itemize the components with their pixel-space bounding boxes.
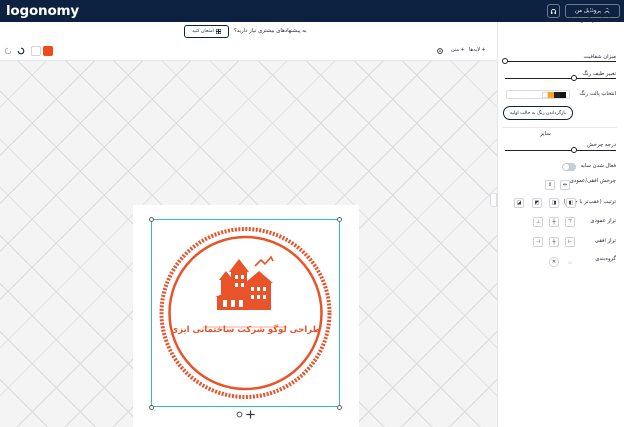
background-color-orange[interactable] xyxy=(43,46,53,56)
grid-icon xyxy=(215,29,221,34)
align-middle-button[interactable]: ┼ xyxy=(549,217,559,227)
move-icon[interactable] xyxy=(246,410,255,419)
reset-colors-button[interactable]: بازگرداندن رنگ به حالت اولیه xyxy=(503,106,573,120)
suggest-button-label: امتحان کنید xyxy=(192,29,214,34)
layers-tool-label: لایه‌ها xyxy=(469,47,481,53)
hue-slider-knob[interactable] xyxy=(571,75,577,81)
align-bottom-button[interactable]: ⊥ xyxy=(533,217,543,227)
horizontal-align-label: تراز افقی xyxy=(594,238,616,244)
sidebar-collapse-tab[interactable] xyxy=(490,193,497,207)
palette-swatch-3 xyxy=(548,92,554,98)
opacity-label: میزان شفافیت xyxy=(583,54,616,60)
logonomy-logo[interactable]: logonomy xyxy=(6,3,79,19)
palette-swatch-2 xyxy=(554,92,560,98)
layers-tool[interactable]: لایه‌ها + xyxy=(469,47,486,53)
align-top-button[interactable]: ⊤ xyxy=(565,217,575,227)
send-backward-icon: ◩ xyxy=(534,200,540,206)
rotation-slider-track[interactable] xyxy=(505,150,616,151)
resize-handle-bottom-right[interactable] xyxy=(337,405,342,410)
ungroup-icon: ▫ xyxy=(568,260,572,266)
editor-toolbar: امتحان کنید به پیشنهادهای بیشتری نیاز دا… xyxy=(0,22,497,61)
flip-horizontal-icon: ⇹ xyxy=(562,182,568,188)
rotate-icon[interactable] xyxy=(236,411,243,418)
rotation-label: درجه چرخش xyxy=(587,142,616,148)
divider xyxy=(503,127,617,128)
opacity-slider-knob[interactable] xyxy=(502,58,508,64)
palette-swatch-1 xyxy=(560,92,566,98)
align-right-icon: ⊢ xyxy=(567,239,573,245)
vertical-align-label: تراز عمودی xyxy=(590,218,616,224)
redo-icon[interactable] xyxy=(17,47,25,55)
bring-forward-icon: ◧ xyxy=(568,200,574,206)
rotation-slider-knob[interactable] xyxy=(571,147,577,153)
hue-slider-track[interactable] xyxy=(505,78,616,79)
align-left-icon: ⊣ xyxy=(535,239,541,245)
suggest-text: به پیشنهادهای بیشتری نیاز دارید؟ xyxy=(234,28,307,34)
group-label: گروه‌بندی xyxy=(595,256,616,262)
resize-handle-bottom-left[interactable] xyxy=(149,405,154,410)
flip-label: چرخش افقی/عمودی xyxy=(569,178,616,184)
align-center-button[interactable]: ┼ xyxy=(549,237,559,247)
selection-box[interactable] xyxy=(151,219,340,407)
reset-colors-label: بازگرداندن رنگ به حالت اولیه xyxy=(509,110,567,116)
text-tool-label: متن xyxy=(451,47,459,53)
support-button[interactable] xyxy=(547,4,560,18)
palette-label: انتخاب پالت رنگ xyxy=(579,91,616,97)
shadow-label: فعال شدن سایه xyxy=(580,163,616,169)
palette-selector[interactable] xyxy=(506,90,570,99)
top-bar: logonomy پروفایل من xyxy=(0,0,624,22)
group-button[interactable]: ✕ xyxy=(549,257,559,267)
other-section-title: سایر xyxy=(540,131,551,137)
background-color-white[interactable] xyxy=(31,46,41,56)
flip-vertical-icon: ⇕ xyxy=(547,182,553,188)
align-middle-icon: ┼ xyxy=(552,219,556,225)
shadow-toggle[interactable] xyxy=(562,163,576,171)
opacity-slider-track[interactable] xyxy=(505,61,616,62)
bring-to-front-icon: ◨ xyxy=(551,200,557,206)
settings-sidebar xyxy=(497,22,624,427)
align-center-icon: ┼ xyxy=(552,239,556,245)
group-icon: ✕ xyxy=(551,259,557,265)
flip-horizontal-button[interactable]: ⇹ xyxy=(560,180,570,190)
send-to-back-button[interactable]: ◪ xyxy=(514,198,524,208)
palette-swatch-4 xyxy=(542,92,548,98)
suggest-button[interactable]: امتحان کنید xyxy=(184,25,229,38)
align-bottom-icon: ⊥ xyxy=(535,219,541,225)
align-right-button[interactable]: ⊢ xyxy=(565,237,575,247)
bring-forward-button[interactable]: ◧ xyxy=(566,198,576,208)
sidebar-subtitle: تنظیمات رنگ و شفافیت xyxy=(560,17,616,23)
settings-icon[interactable] xyxy=(436,47,444,55)
send-backward-button[interactable]: ◩ xyxy=(532,198,542,208)
undo-icon[interactable] xyxy=(4,47,12,55)
headset-icon xyxy=(550,8,557,14)
flip-vertical-button[interactable]: ⇕ xyxy=(545,180,555,190)
resize-handle-top-right[interactable] xyxy=(337,217,342,222)
hue-label: تغییر طیف رنگ xyxy=(582,71,616,77)
resize-handle-top-left[interactable] xyxy=(149,217,154,222)
text-tool[interactable]: متن + xyxy=(451,47,465,53)
align-top-icon: ⊤ xyxy=(567,219,573,225)
sidebar-title: تنظیمات xyxy=(588,5,616,13)
align-left-button[interactable]: ⊣ xyxy=(533,237,543,247)
ungroup-button[interactable]: ▫ xyxy=(565,258,575,268)
bring-to-front-button[interactable]: ◨ xyxy=(549,198,559,208)
send-to-back-icon: ◪ xyxy=(516,200,522,206)
